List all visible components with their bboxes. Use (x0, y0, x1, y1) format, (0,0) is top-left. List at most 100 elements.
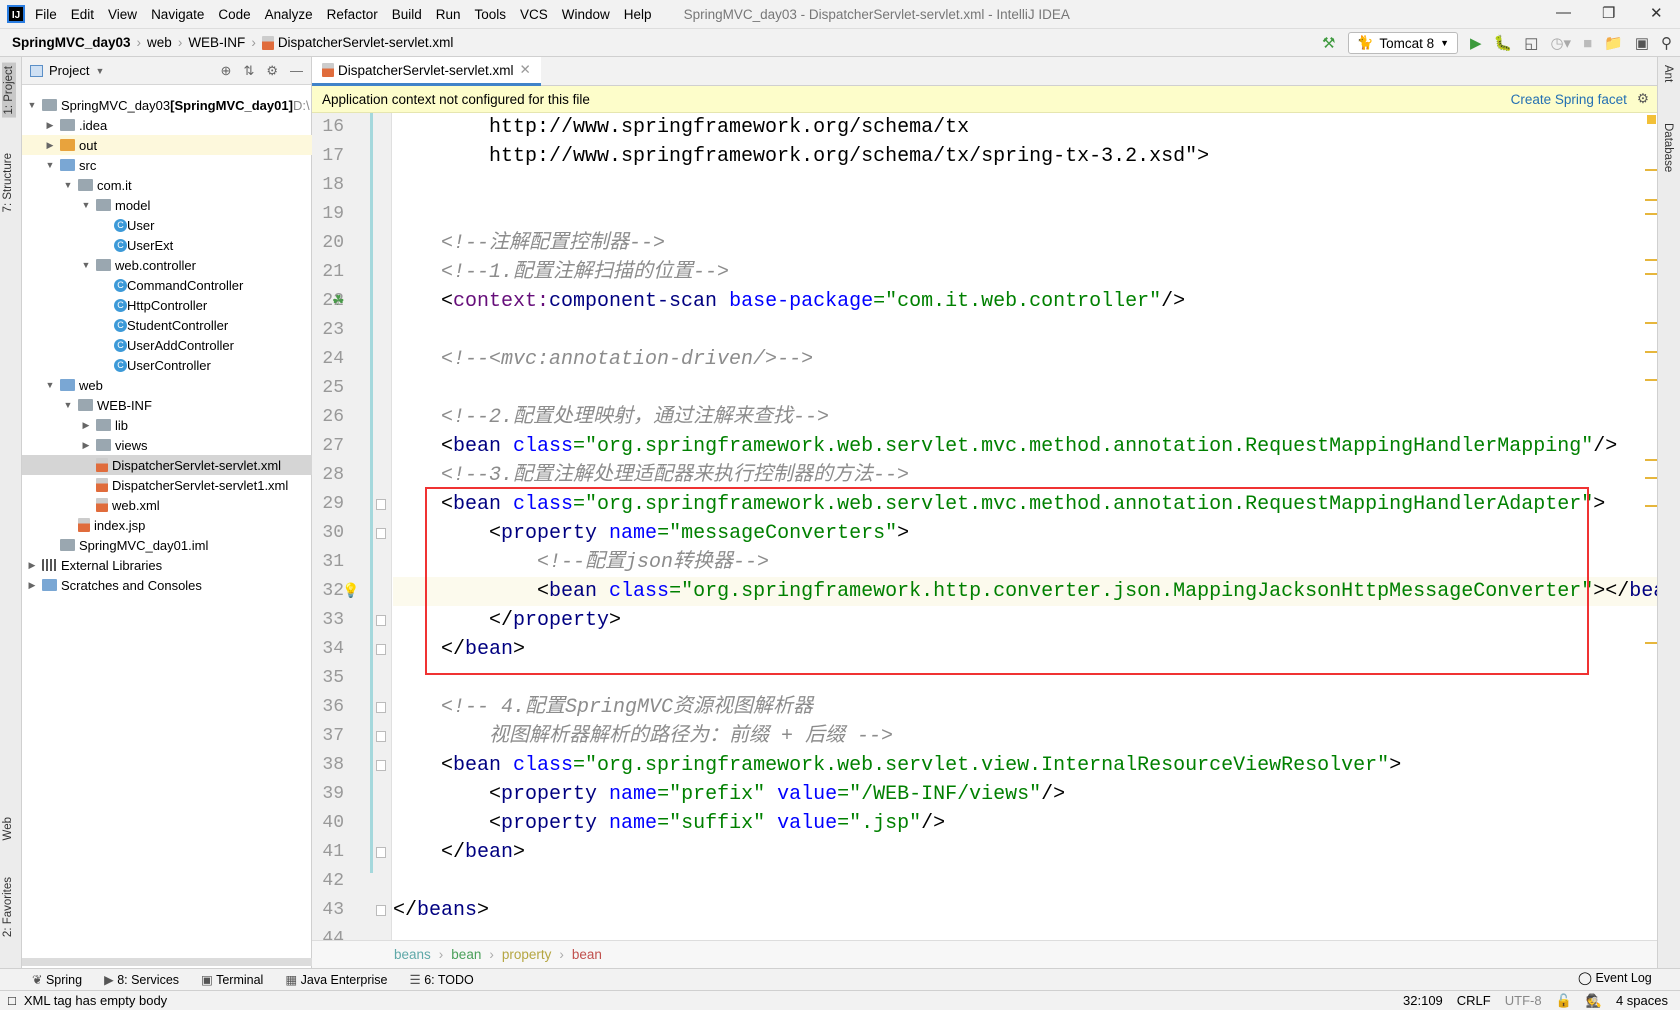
tree-item[interactable]: ▼ src (22, 155, 312, 175)
debug-icon[interactable]: 🐛 (1494, 34, 1513, 52)
code-line[interactable] (393, 867, 1657, 896)
maximize-button[interactable]: ❐ (1602, 4, 1615, 22)
warning-stripe-mark[interactable] (1645, 477, 1657, 479)
tree-item[interactable]: C UserExt (22, 235, 312, 255)
tree-item[interactable]: C UserAddController (22, 335, 312, 355)
collapse-all-icon[interactable]: ⇅ (243, 63, 254, 79)
tree-item[interactable]: ▶ out (22, 135, 312, 155)
tree-item[interactable]: ▼ WEB-INF (22, 395, 312, 415)
menu-refactor[interactable]: Refactor (327, 7, 378, 22)
fold-marker-icon[interactable] (376, 905, 386, 916)
status-toggle-icon[interactable]: □ (8, 993, 16, 1008)
breadcrumb-file[interactable]: DispatcherServlet-servlet.xml (278, 35, 454, 50)
code-line[interactable] (393, 171, 1657, 200)
editor-breadcrumb-bean[interactable]: bean (451, 947, 481, 962)
menu-vcs[interactable]: VCS (520, 7, 548, 22)
run-configuration-select[interactable]: 🐈 Tomcat 8 ▼ (1347, 32, 1459, 54)
warning-stripe-mark[interactable] (1645, 273, 1657, 275)
code-line[interactable]: <bean class="org.springframework.web.ser… (393, 751, 1657, 780)
indent-setting[interactable]: 4 spaces (1616, 993, 1668, 1009)
tool-window-java-enterprise[interactable]: ▦ Java Enterprise (285, 972, 387, 987)
editor-breadcrumb-beans[interactable]: beans (394, 947, 431, 962)
warning-stripe-mark[interactable] (1645, 199, 1657, 201)
stop-icon[interactable]: ■ (1583, 35, 1592, 52)
warning-stripe-mark[interactable] (1645, 505, 1657, 507)
tree-item[interactable]: ▶ External Libraries (22, 555, 312, 575)
expanded-arrow-icon[interactable]: ▼ (44, 380, 56, 390)
code-line[interactable] (393, 200, 1657, 229)
gear-icon[interactable]: ⚙ (266, 63, 278, 79)
editor-breadcrumb-property[interactable]: property (502, 947, 552, 962)
tree-item[interactable]: DispatcherServlet-servlet1.xml (22, 475, 312, 495)
menu-window[interactable]: Window (562, 7, 610, 22)
collapsed-arrow-icon[interactable]: ▶ (80, 420, 92, 431)
warning-indicator-icon[interactable] (1647, 115, 1656, 124)
expanded-arrow-icon[interactable]: ▼ (80, 200, 92, 210)
code-line[interactable]: <bean class="org.springframework.web.ser… (393, 432, 1657, 461)
menu-tools[interactable]: Tools (475, 7, 507, 22)
tree-item[interactable]: C UserController (22, 355, 312, 375)
code-line[interactable]: <!--1.配置注解扫描的位置--> (393, 258, 1657, 287)
fold-marker-icon[interactable] (376, 499, 386, 510)
caret-position[interactable]: 32:109 (1403, 993, 1443, 1009)
fold-marker-icon[interactable] (376, 615, 386, 626)
editor-breadcrumb-bean[interactable]: bean (572, 947, 602, 962)
code-line[interactable] (393, 374, 1657, 403)
warning-stripe-mark[interactable] (1645, 379, 1657, 381)
code-line[interactable]: http://www.springframework.org/schema/tx… (393, 142, 1657, 171)
profile-icon[interactable]: ◷▾ (1550, 34, 1571, 52)
fold-marker-icon[interactable] (376, 760, 386, 771)
breadcrumb-web[interactable]: web (147, 35, 172, 50)
build-hammer-icon[interactable]: ⚒ (1322, 34, 1335, 52)
minimize-button[interactable]: — (1556, 4, 1571, 21)
code-line[interactable]: <!--2.配置处理映射，通过注解来查找--> (393, 403, 1657, 432)
tree-item[interactable]: C User (22, 215, 312, 235)
collapsed-arrow-icon[interactable]: ▶ (26, 580, 38, 591)
project-horizontal-scrollbar[interactable] (22, 958, 322, 966)
event-log-button[interactable]: ◯ Event Log (1578, 970, 1652, 985)
spring-bean-gutter-icon[interactable]: ☘ (332, 292, 345, 309)
menu-help[interactable]: Help (624, 7, 652, 22)
locate-icon[interactable]: ⊕ (221, 63, 232, 79)
code-line[interactable]: </beans> (393, 896, 1657, 925)
warning-stripe-mark[interactable] (1645, 642, 1657, 644)
tree-item[interactable]: ▶ lib (22, 415, 312, 435)
code-line[interactable]: </bean> (393, 838, 1657, 867)
search-icon[interactable]: ⚲ (1661, 34, 1672, 52)
breadcrumb-web-inf[interactable]: WEB-INF (188, 35, 245, 50)
menu-navigate[interactable]: Navigate (151, 7, 204, 22)
collapsed-arrow-icon[interactable]: ▶ (44, 140, 56, 151)
tool-tab-ant[interactable]: Ant (1662, 65, 1674, 82)
tab-dispatcherservlet-xml[interactable]: DispatcherServlet-servlet.xml ✕ (312, 57, 541, 86)
warning-stripe-mark[interactable] (1645, 169, 1657, 171)
close-button[interactable]: ✕ (1650, 4, 1663, 22)
expanded-arrow-icon[interactable]: ▼ (80, 260, 92, 270)
tree-item[interactable]: C HttpController (22, 295, 312, 315)
fold-marker-icon[interactable] (376, 731, 386, 742)
menu-view[interactable]: View (108, 7, 137, 22)
tree-item[interactable]: ▼ SpringMVC_day03 [SpringMVC_day01] D:\ (22, 95, 312, 115)
tree-item[interactable]: ▼ com.it (22, 175, 312, 195)
tool-window-todo[interactable]: ☰ 6: TODO (410, 972, 474, 987)
expanded-arrow-icon[interactable]: ▼ (26, 100, 38, 110)
tree-item[interactable]: ▼ web.controller (22, 255, 312, 275)
coverage-icon[interactable]: ◱ (1524, 34, 1538, 52)
tree-item[interactable]: C CommandController (22, 275, 312, 295)
tool-window-services[interactable]: ▶ 8: Services (104, 972, 179, 987)
menu-code[interactable]: Code (218, 7, 250, 22)
collapsed-arrow-icon[interactable]: ▶ (44, 120, 56, 131)
run-icon[interactable]: ▶ (1470, 34, 1482, 52)
warning-stripe-mark[interactable] (1645, 459, 1657, 461)
code-line[interactable]: <!--3.配置注解处理适配器来执行控制器的方法--> (393, 461, 1657, 490)
expanded-arrow-icon[interactable]: ▼ (44, 160, 56, 170)
tool-tab-favorites[interactable]: 2: Favorites (2, 877, 14, 937)
code-line[interactable]: <context:component-scan base-package="co… (393, 287, 1657, 316)
tree-item[interactable]: ▶ .idea (22, 115, 312, 135)
error-stripe[interactable] (1645, 113, 1657, 940)
tree-item[interactable]: index.jsp (22, 515, 312, 535)
fold-marker-icon[interactable] (376, 644, 386, 655)
close-tab-icon[interactable]: ✕ (520, 62, 531, 78)
inspector-icon[interactable]: 🕵 (1586, 993, 1602, 1009)
expanded-arrow-icon[interactable]: ▼ (62, 180, 74, 190)
fold-marker-icon[interactable] (376, 528, 386, 539)
